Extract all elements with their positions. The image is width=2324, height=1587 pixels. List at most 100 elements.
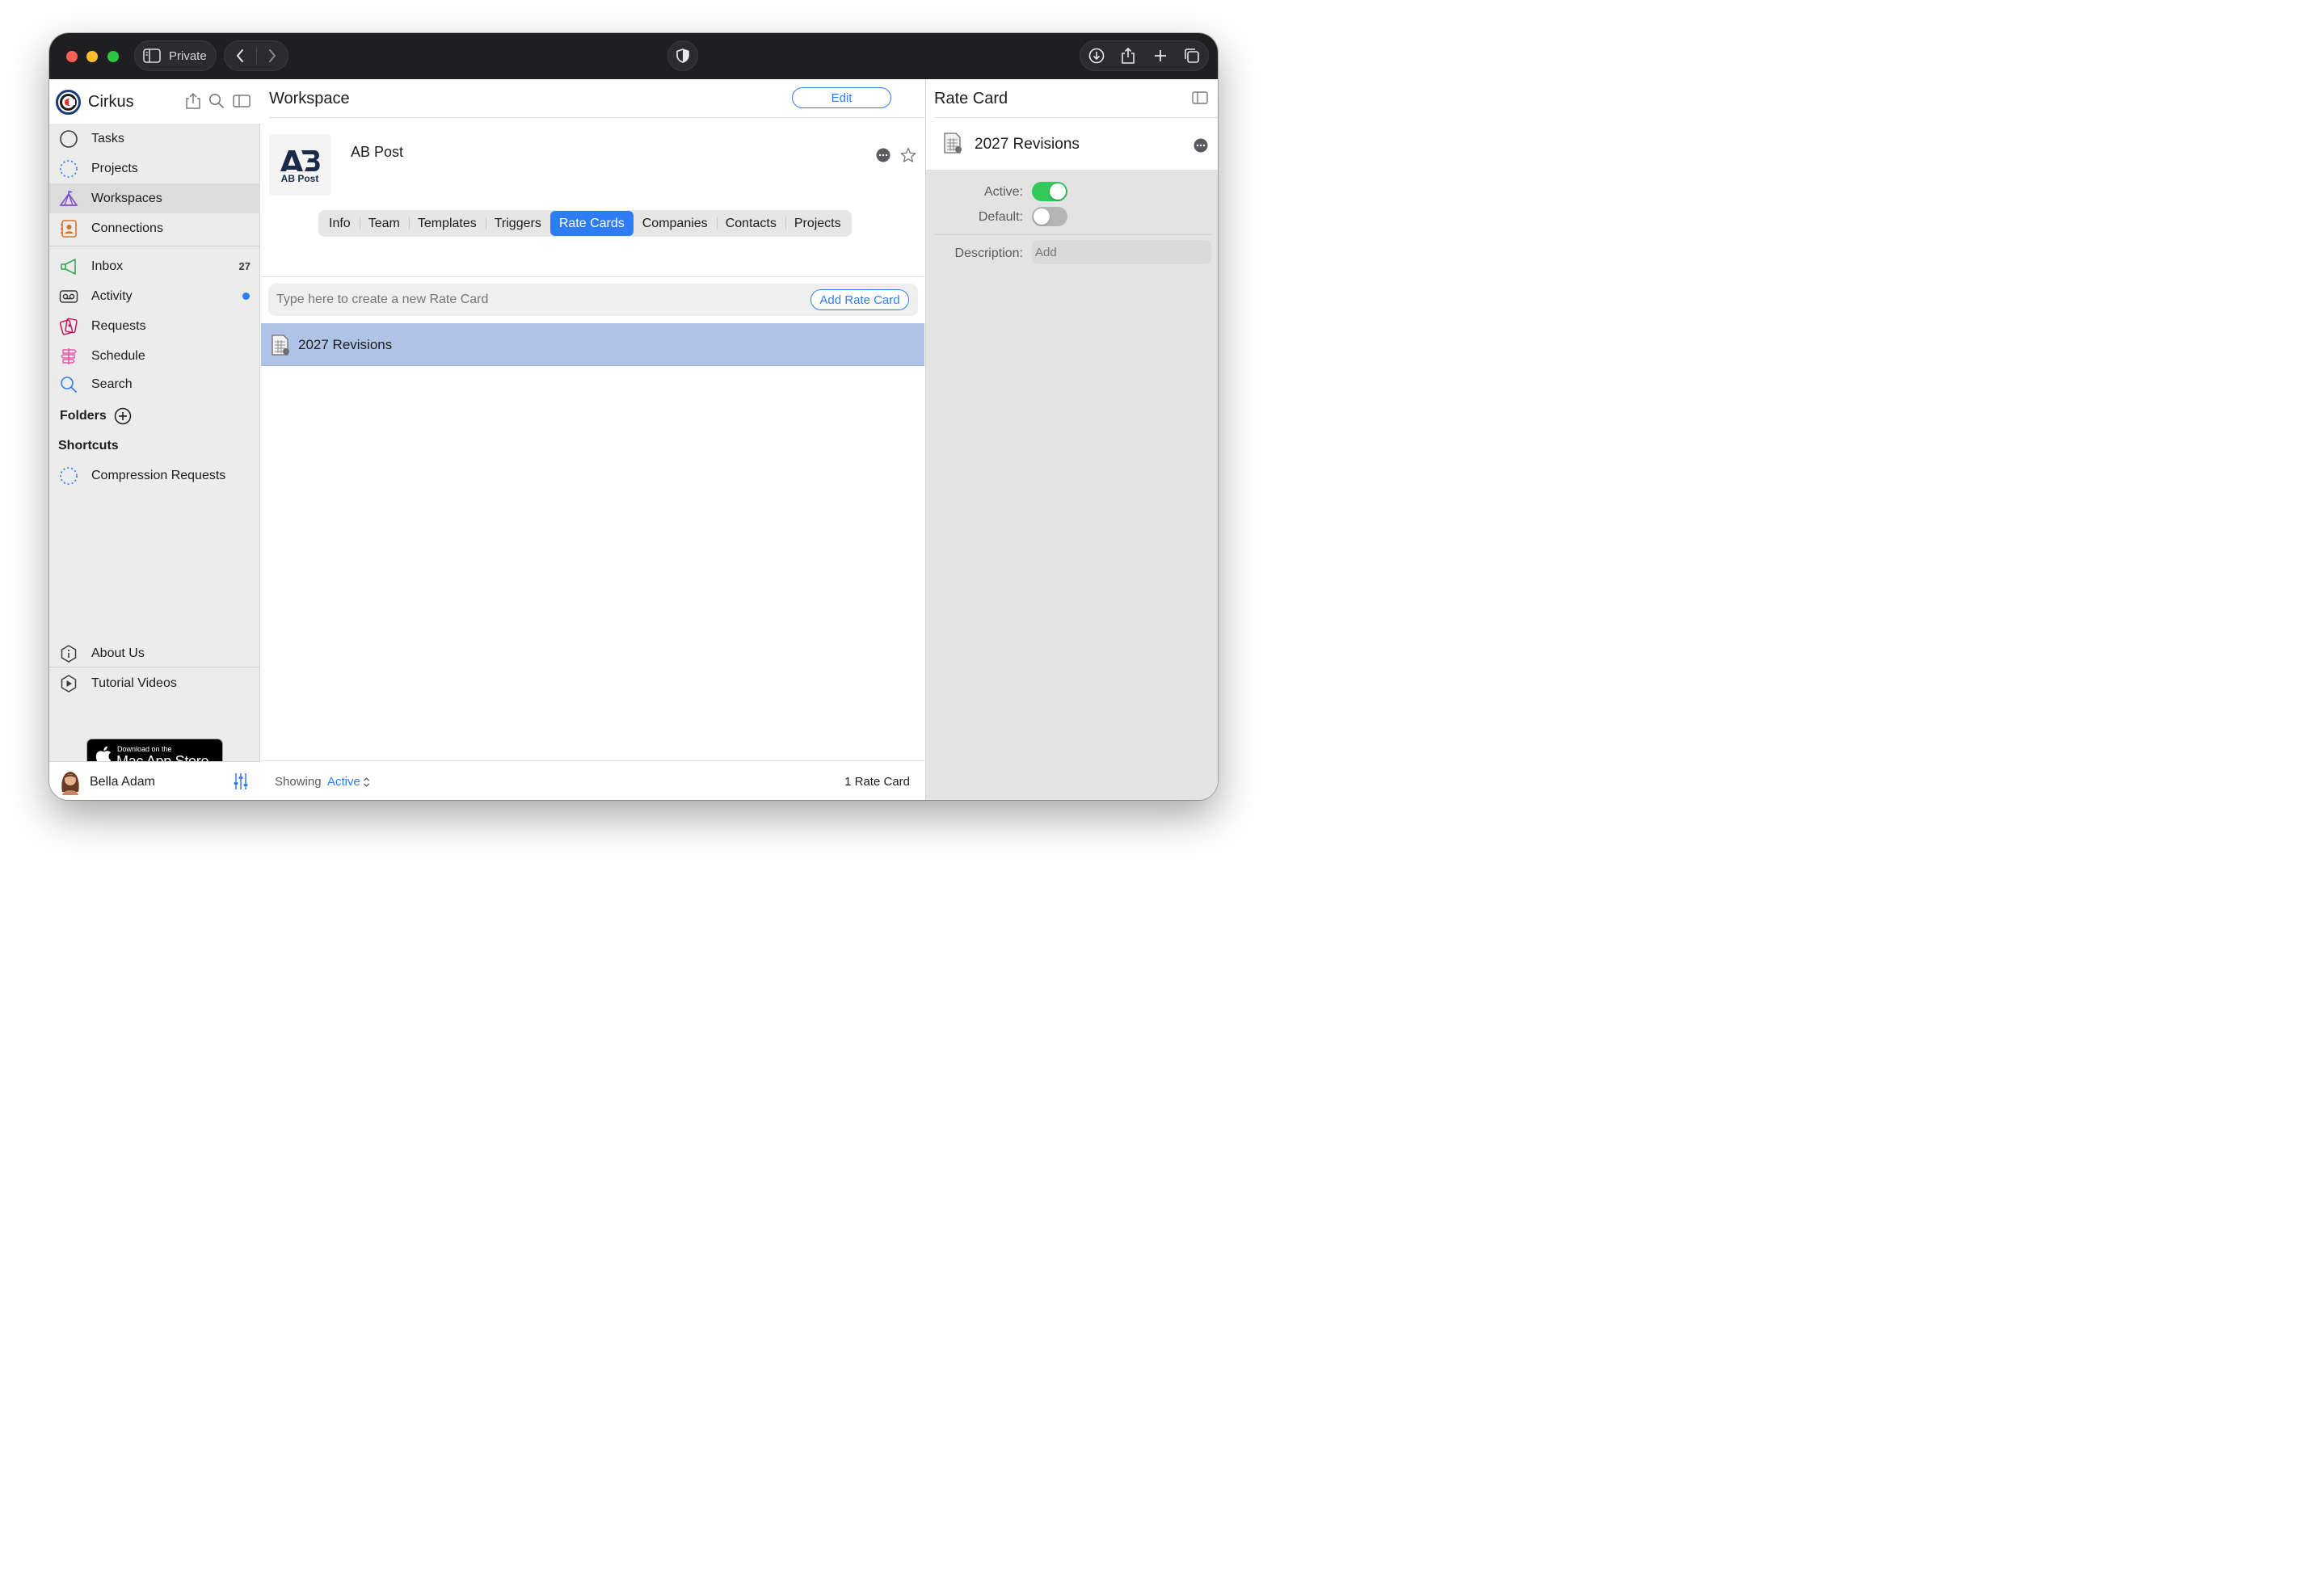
sidebar-toggle-icon[interactable] [233, 95, 251, 107]
logo-caption: AB Post [280, 173, 319, 184]
magnifier-icon [58, 374, 79, 395]
sidebar-item-label: About Us [91, 646, 145, 660]
sidebar-item-label: Schedule [91, 348, 145, 363]
tickets-icon [58, 316, 79, 337]
main-panel: Workspace Edit AB Post AB Post Info Team… [261, 79, 924, 800]
sidebar-item-label: Compression Requests [91, 468, 226, 482]
inspector-toggle-icon[interactable] [1192, 91, 1208, 104]
sidebar-item-about[interactable]: About Us [49, 638, 260, 668]
sidebar-item-label: Requests [91, 318, 146, 333]
new-tab-icon[interactable] [1146, 40, 1175, 71]
workspace-tabs: Info Team Templates Triggers Rate Cards … [318, 210, 852, 237]
voicemail-icon [58, 286, 79, 307]
download-icon[interactable] [1082, 40, 1111, 71]
tab-contacts[interactable]: Contacts [716, 212, 785, 235]
unread-dot [242, 293, 250, 300]
description-label: Description: [954, 246, 1023, 260]
close-window-button[interactable] [66, 51, 78, 62]
search-icon[interactable] [208, 93, 225, 109]
forward-icon[interactable] [256, 40, 288, 71]
info-hexagon-icon [58, 643, 79, 664]
app-window: Private Cirkus Tasks Projects Workspaces… [49, 33, 1218, 800]
share-icon[interactable] [1114, 40, 1143, 71]
showing-label: Showing [275, 775, 322, 789]
add-folder-icon[interactable] [114, 407, 132, 425]
active-toggle[interactable] [1032, 182, 1067, 201]
tab-templates[interactable]: Templates [408, 212, 486, 235]
minimize-window-button[interactable] [86, 51, 98, 62]
detail-item-name: 2027 Revisions [975, 136, 1080, 153]
more-options-icon[interactable] [1194, 138, 1208, 153]
dotted-circle-icon [58, 158, 79, 179]
edit-button[interactable]: Edit [792, 87, 891, 108]
history-nav [224, 40, 288, 71]
play-hexagon-icon [58, 673, 79, 694]
sidebar-icon [143, 48, 161, 63]
sidebar-item-label: Activity [91, 288, 133, 303]
star-icon[interactable] [900, 147, 916, 163]
list-item[interactable]: 2027 Revisions [261, 323, 924, 366]
sidebar-item-workspaces[interactable]: Workspaces [49, 183, 260, 213]
privacy-report-button[interactable] [667, 40, 698, 71]
settings-sliders-icon[interactable] [233, 772, 249, 790]
spreadsheet-icon [271, 334, 290, 356]
tab-team[interactable]: Team [359, 212, 409, 235]
description-input[interactable] [1032, 240, 1211, 264]
sidebar-item-label: Tasks [91, 131, 124, 145]
sidebar: Cirkus Tasks Projects Workspaces Connect… [49, 79, 260, 800]
back-icon[interactable] [225, 40, 256, 71]
tab-projects[interactable]: Projects [785, 212, 850, 235]
detail-item-header: 2027 Revisions [926, 118, 1218, 170]
page-title: Workspace [269, 90, 350, 107]
appstore-small-text: Download on the [117, 745, 172, 753]
filter-dropdown[interactable]: Active [327, 775, 370, 789]
list-footer: Showing Active 1 Rate Card [261, 761, 924, 800]
sidebar-item-requests[interactable]: Requests [49, 311, 260, 341]
tab-triggers[interactable]: Triggers [485, 212, 550, 235]
sidebar-item-inbox[interactable]: Inbox 27 [49, 251, 260, 281]
tab-companies[interactable]: Companies [634, 212, 717, 235]
app-name: Cirkus [88, 93, 134, 111]
avatar[interactable] [57, 768, 83, 795]
toggle-knob [1050, 183, 1066, 200]
workspace-logo: AB Post [269, 134, 330, 196]
sidebar-item-tasks[interactable]: Tasks [49, 124, 260, 154]
private-label: Private [169, 48, 207, 63]
sidebar-item-label: Connections [91, 221, 163, 235]
inbox-count-badge: 27 [238, 260, 251, 272]
sidebar-item-activity[interactable]: Activity [49, 281, 260, 311]
folders-header: Folders [60, 407, 132, 425]
sidebar-item-compression-requests[interactable]: Compression Requests [49, 461, 260, 490]
rate-card-count: 1 Rate Card [844, 775, 910, 789]
browser-toolbar: Private [49, 33, 1218, 79]
export-icon[interactable] [185, 92, 201, 110]
sidebar-item-label: Inbox [91, 259, 124, 273]
sidebar-header: Cirkus [49, 79, 260, 124]
tab-info[interactable]: Info [320, 212, 360, 235]
header-divider [269, 117, 924, 118]
sidebar-item-tutorials[interactable]: Tutorial Videos [49, 668, 260, 698]
tab-rate-cards[interactable]: Rate Cards [549, 211, 634, 236]
chevron-updown-icon [363, 777, 370, 788]
toggle-knob [1034, 208, 1050, 225]
spreadsheet-icon [943, 132, 962, 154]
tabs-divider [261, 276, 924, 277]
sidebar-item-connections[interactable]: Connections [49, 213, 260, 243]
user-footer: Bella Adam [49, 761, 260, 800]
private-sidebar-button[interactable]: Private [134, 40, 217, 71]
zoom-window-button[interactable] [107, 51, 119, 62]
sidebar-item-schedule[interactable]: Schedule [49, 341, 260, 371]
circus-tent-icon [58, 188, 79, 209]
rate-card-name: 2027 Revisions [298, 337, 393, 352]
contact-card-icon [58, 218, 79, 239]
sidebar-item-label: Search [91, 377, 133, 391]
sidebar-item-search[interactable]: Search [49, 369, 260, 399]
default-toggle[interactable] [1032, 207, 1067, 226]
more-options-icon[interactable] [876, 148, 890, 162]
add-rate-card-button[interactable]: Add Rate Card [810, 289, 909, 310]
signpost-icon [58, 346, 79, 367]
megaphone-icon [58, 256, 79, 277]
sidebar-item-projects[interactable]: Projects [49, 154, 260, 183]
tab-overview-icon[interactable] [1177, 40, 1206, 71]
new-rate-card-input[interactable] [276, 290, 794, 309]
